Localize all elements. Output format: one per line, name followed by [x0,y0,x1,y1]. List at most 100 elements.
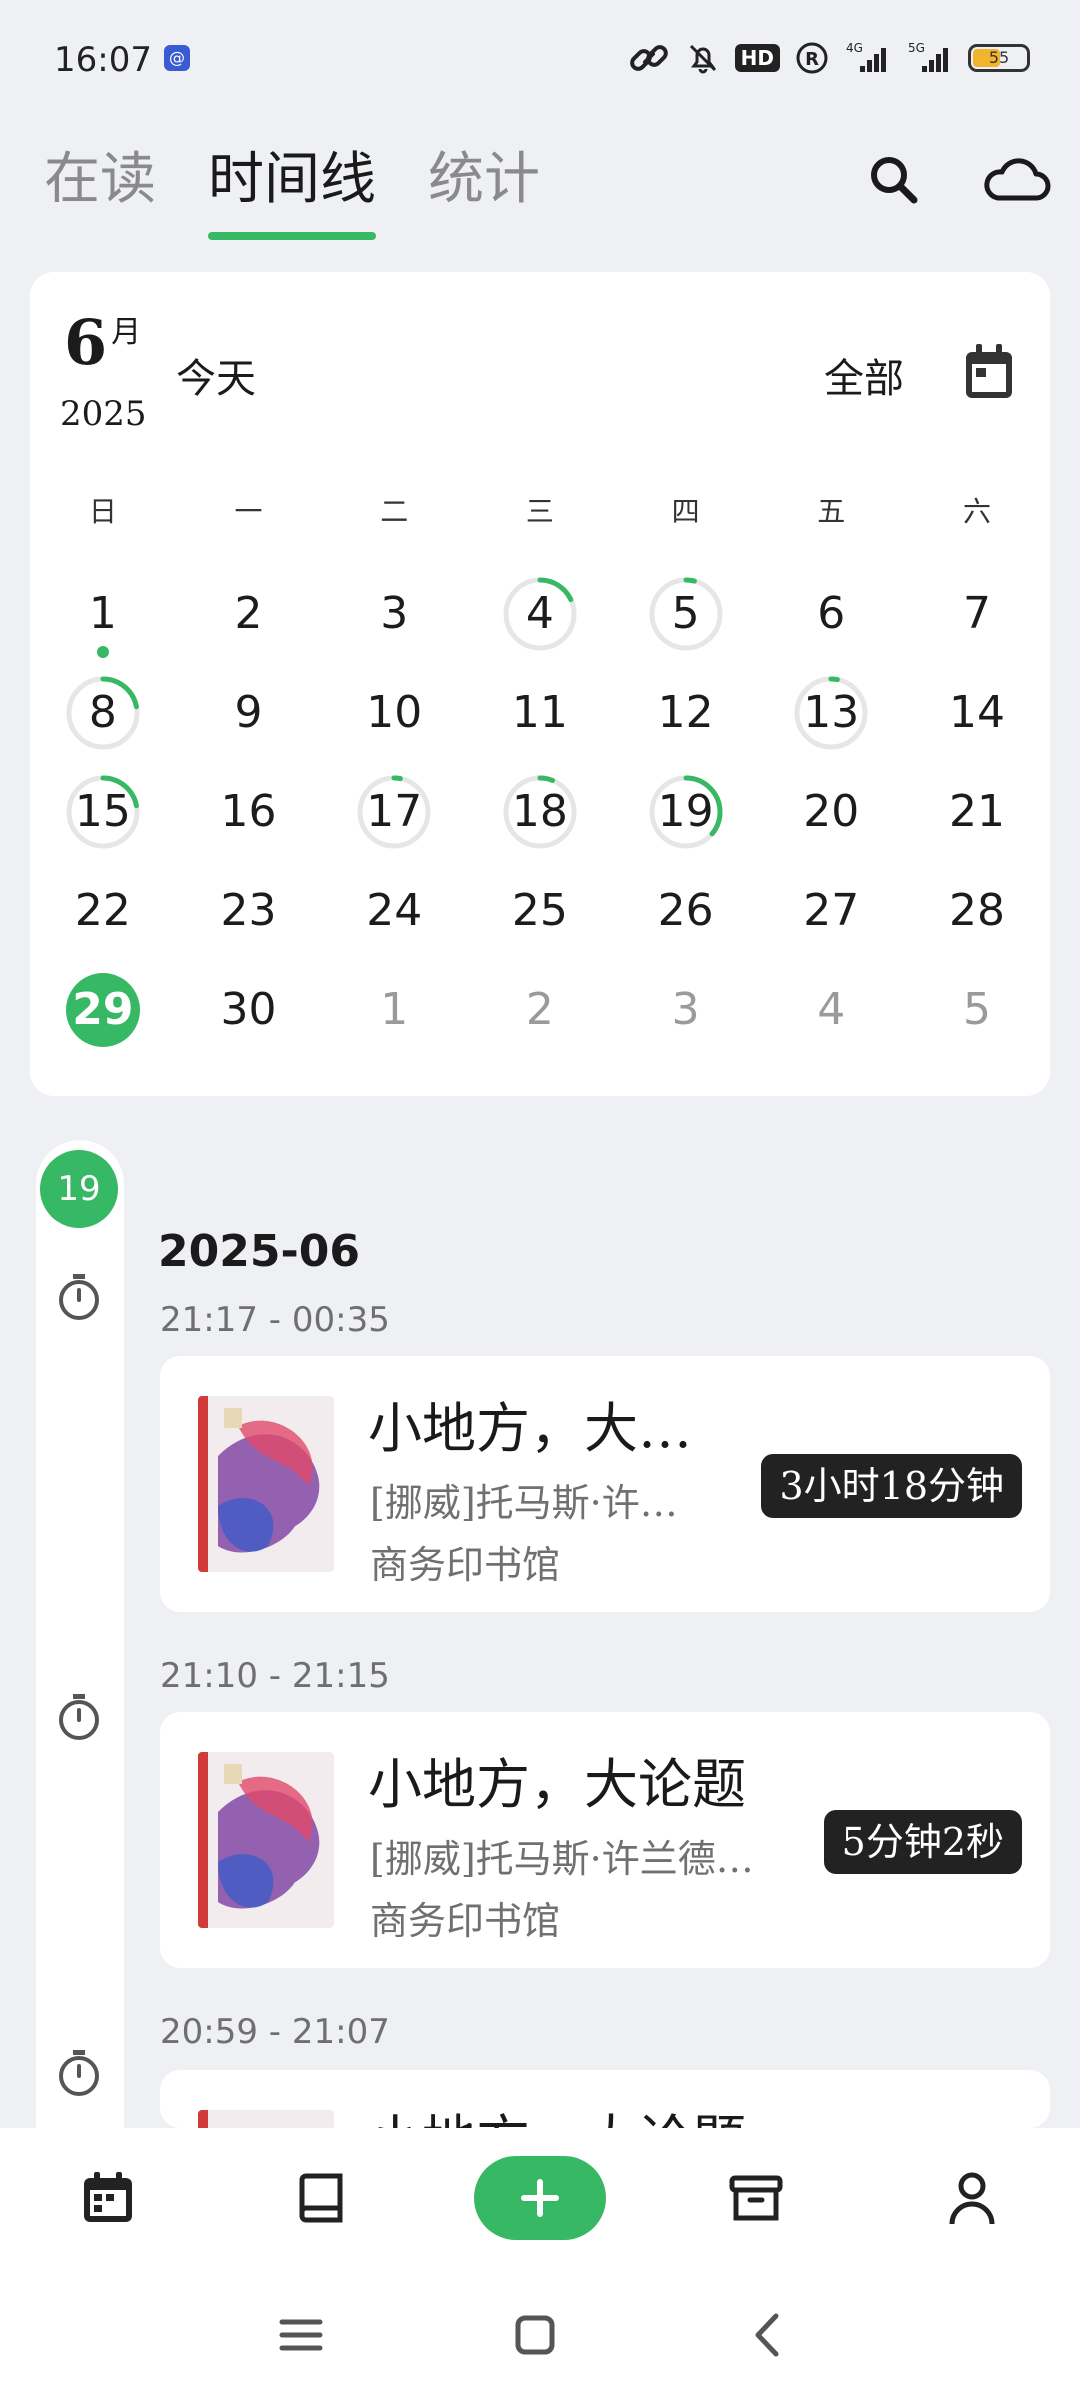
signal-5g-icon: 5G [906,40,954,76]
calendar-day-number: 22 [74,885,131,936]
calendar-day-number: 10 [366,687,423,738]
book-title: 小地方，大论题 [368,1753,746,1816]
cloud-icon[interactable] [980,150,1052,210]
nav-calendar-icon[interactable] [78,2168,138,2228]
weekday-label: 五 [817,495,846,528]
signal-4g-icon: 4G [844,40,892,76]
svg-text:4G: 4G [846,41,863,55]
calendar-day[interactable]: 1 [30,564,176,663]
calendar-day-number: 30 [220,984,277,1035]
add-record-button[interactable] [474,2156,606,2240]
calendar-day[interactable]: 10 [321,663,467,762]
calendar-day[interactable]: 22 [30,861,176,960]
activity-dot [96,646,109,658]
tab-reading[interactable]: 在读 [44,140,156,240]
calendar-day-number: 4 [525,588,554,639]
entry-time-range: 21:10 - 21:15 [160,1656,390,1696]
calendar-day[interactable]: 3 [613,960,759,1059]
calendar-day-number: 1 [88,588,117,639]
calendar-day-number: 6 [817,588,846,639]
menu-icon[interactable] [276,2310,326,2360]
calendar-day-number: 23 [220,885,277,936]
filter-all-button[interactable]: 全部 [824,346,904,404]
reading-entry-card[interactable]: 小地方，大论题 [挪威]托马斯·许兰德… 商务印书馆 5分钟2秒 [160,1712,1050,1968]
nav-profile-icon[interactable] [942,2168,1002,2228]
calendar-day[interactable]: 18 [467,762,613,861]
book-cover-image [198,2110,334,2128]
timeline-section-date: 2025-06 [158,1226,360,1277]
svg-text:5G: 5G [908,41,925,55]
tab-stats[interactable]: 统计 [428,140,540,240]
calendar-day-number: 1 [380,984,409,1035]
nav-book-icon[interactable] [294,2168,354,2228]
calendar-day[interactable]: 15 [30,762,176,861]
calendar-day[interactable]: 6 [758,564,904,663]
calendar-day[interactable]: 21 [904,762,1050,861]
calendar-day[interactable]: 9 [176,663,322,762]
calendar-week-row: 1 2 3 4 5 6 7 [30,564,1050,663]
calendar-day[interactable]: 8 [30,663,176,762]
calendar-day[interactable]: 13 [758,663,904,762]
calendar-day[interactable]: 28 [904,861,1050,960]
calendar-day[interactable]: 2 [176,564,322,663]
entry-time-range: 21:17 - 00:35 [160,1300,390,1340]
calendar-day[interactable]: 16 [176,762,322,861]
calendar-day-number: 13 [803,687,860,738]
calendar-day[interactable]: 23 [176,861,322,960]
weekday-label: 三 [525,495,554,528]
calendar-day[interactable]: 4 [467,564,613,663]
svg-text:R: R [805,49,819,70]
calendar-icon[interactable] [962,342,1016,402]
calendar-day[interactable]: 17 [321,762,467,861]
timer-icon [54,2046,104,2100]
calendar-day[interactable]: 2 [467,960,613,1059]
calendar-day[interactable]: 3 [321,564,467,663]
status-time: 16:07 [54,40,152,80]
calendar-day-number: 26 [657,885,714,936]
nav-archive-icon[interactable] [726,2168,786,2228]
calendar-day[interactable]: 12 [613,663,759,762]
calendar-day[interactable]: 11 [467,663,613,762]
calendar-day[interactable]: 30 [176,960,322,1059]
status-bar: 16:07 @ HD R 4G 5G 55 [0,0,1080,120]
calendar-day[interactable]: 27 [758,861,904,960]
tab-timeline[interactable]: 时间线 [208,140,376,240]
back-icon[interactable] [744,2310,794,2360]
calendar-day[interactable]: 4 [758,960,904,1059]
bottom-navigation [0,2128,1080,2268]
search-icon[interactable] [864,150,924,210]
timer-icon [54,1270,104,1324]
calendar-day[interactable]: 20 [758,762,904,861]
calendar-day-number: 18 [511,786,568,837]
calendar-week-row: 8 9 10 11 12 13 14 [30,663,1050,762]
calendar-day-number: 19 [657,786,714,837]
calendar-day[interactable]: 25 [467,861,613,960]
reading-duration-badge: 3小时18分钟 [761,1454,1022,1518]
calendar-day-number: 5 [671,588,700,639]
calendar-grid: 1 2 3 4 5 6 7 8 9 10 11 12 13 14 15 16 17 18 19 20 21 22 23 24 2… [30,564,1050,1059]
calendar-week-row: 29 30 1 2 3 4 5 [30,960,1050,1059]
calendar-day[interactable]: 7 [904,564,1050,663]
calendar-day[interactable]: 26 [613,861,759,960]
calendar-day-number: 20 [803,786,860,837]
calendar-day[interactable]: 29 [30,960,176,1059]
calendar-day-number: 14 [948,687,1005,738]
registered-icon: R [794,40,830,76]
weekday-label: 四 [671,495,700,528]
book-title: 小地方，大论题 [368,2096,746,2128]
calendar-day[interactable]: 14 [904,663,1050,762]
reading-entry-card[interactable]: 小地方，大… [挪威]托马斯·许… 商务印书馆 3小时18分钟 [160,1356,1050,1612]
reading-duration-badge: 5分钟2秒 [823,1810,1022,1874]
book-title: 小地方，大… [368,1397,692,1460]
home-icon[interactable] [510,2310,560,2360]
calendar-day[interactable]: 5 [613,564,759,663]
calendar-day[interactable]: 19 [613,762,759,861]
calendar-day[interactable]: 1 [321,960,467,1059]
calendar-year: 2025 [60,394,147,434]
calendar-day[interactable]: 5 [904,960,1050,1059]
book-publisher: 商务印书馆 [370,1543,561,1587]
book-cover-image [198,1396,334,1572]
calendar-day[interactable]: 24 [321,861,467,960]
today-button[interactable]: 今天 [176,346,256,404]
reading-entry-card[interactable]: 小地方，大论题 [160,2070,1050,2128]
